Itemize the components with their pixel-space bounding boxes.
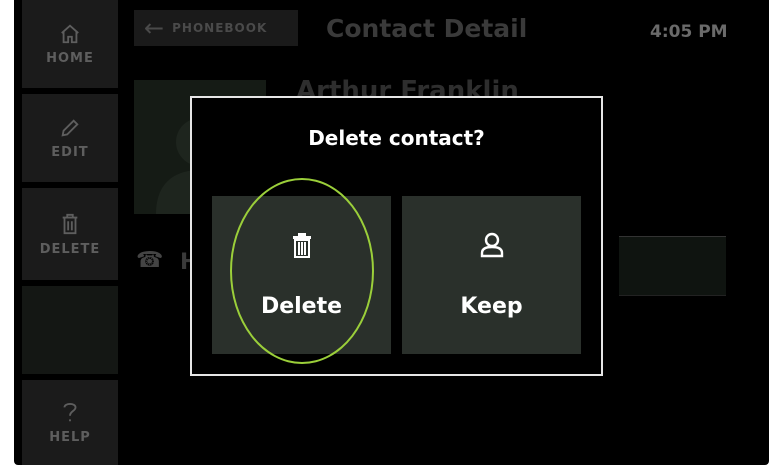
phone-row-bar xyxy=(619,236,726,296)
trash-icon xyxy=(62,213,78,234)
home-label: HOME xyxy=(46,50,94,66)
delete-option-label: Delete xyxy=(260,294,343,319)
dialog-title: Delete contact? xyxy=(308,126,485,150)
edit-label: EDIT xyxy=(51,144,89,160)
help-label: HELP xyxy=(49,430,91,445)
sidebar-empty-slot xyxy=(22,286,118,374)
delete-button[interactable]: DELETE xyxy=(22,188,118,280)
page-title: Contact Detail xyxy=(326,14,528,43)
device-screen: HOME EDIT DELETE HELP ← PHONEBOOK Contac… xyxy=(14,0,769,465)
home-icon xyxy=(61,24,79,43)
telephone-icon: ☎ xyxy=(136,248,164,273)
keep-option-label: Keep xyxy=(460,294,523,319)
arrow-left-icon: ← xyxy=(144,14,165,42)
home-button[interactable]: HOME xyxy=(22,0,118,88)
delete-label: DELETE xyxy=(39,241,101,257)
pencil-icon xyxy=(61,118,79,137)
back-label: PHONEBOOK xyxy=(172,21,268,35)
delete-confirm-dialog: Delete contact? Delete Keep xyxy=(190,96,603,376)
sidebar: HOME EDIT DELETE HELP xyxy=(14,0,126,465)
question-icon xyxy=(63,403,77,422)
trash-icon xyxy=(292,233,311,258)
edit-button[interactable]: EDIT xyxy=(22,94,118,182)
clock: 4:05 PM xyxy=(650,22,728,42)
confirm-delete-button[interactable]: Delete xyxy=(212,196,391,354)
back-to-phonebook-button[interactable]: ← PHONEBOOK xyxy=(134,10,298,46)
person-icon xyxy=(480,232,503,258)
keep-contact-button[interactable]: Keep xyxy=(402,196,581,354)
help-button[interactable]: HELP xyxy=(22,380,118,465)
